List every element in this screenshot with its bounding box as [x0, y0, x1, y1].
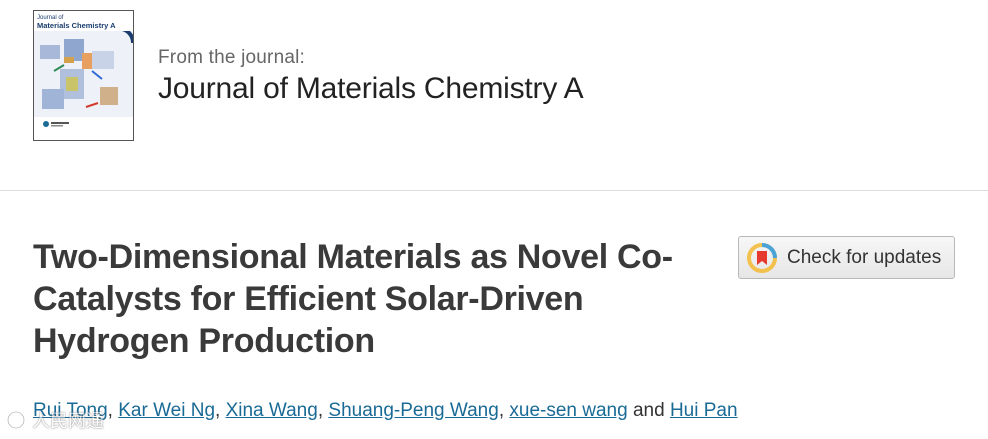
author-link[interactable]: Hui Pan [670, 400, 738, 421]
author-conjunction: and [632, 400, 665, 421]
check-for-updates-button[interactable]: Check for updates [738, 236, 955, 279]
watermark-logo-icon [7, 411, 25, 429]
journal-header: Journal of Materials Chemistry A From th… [0, 0, 988, 191]
cover-title: Journal of Materials Chemistry A [37, 14, 132, 30]
author-link[interactable]: Shuang-Peng Wang [328, 400, 498, 421]
author-link[interactable]: Kar Wei Ng [118, 400, 215, 421]
author-list: Rui Tong, Kar Wei Ng, Xina Wang, Shuang-… [33, 400, 973, 422]
article-title: Two-Dimensional Materials as Novel Co-Ca… [33, 238, 673, 360]
author-separator: , [107, 400, 113, 421]
crossmark-icon [747, 242, 777, 273]
author-separator: , [498, 400, 505, 421]
journal-cover-image[interactable]: Journal of Materials Chemistry A [33, 10, 134, 141]
journal-name-link[interactable]: Journal of Materials Chemistry A [158, 72, 584, 106]
author-separator: , [215, 400, 221, 421]
cover-artwork [34, 31, 133, 131]
author-link[interactable]: Rui Tong [33, 400, 108, 421]
cover-title-line2: Materials Chemistry A [37, 21, 116, 30]
author-link[interactable]: Xina Wang [226, 400, 318, 421]
author-link[interactable]: xue-sen wang [509, 400, 627, 421]
from-journal-label: From the journal: [158, 47, 306, 68]
check-for-updates-label: Check for updates [787, 246, 942, 268]
author-separator: , [317, 400, 324, 421]
